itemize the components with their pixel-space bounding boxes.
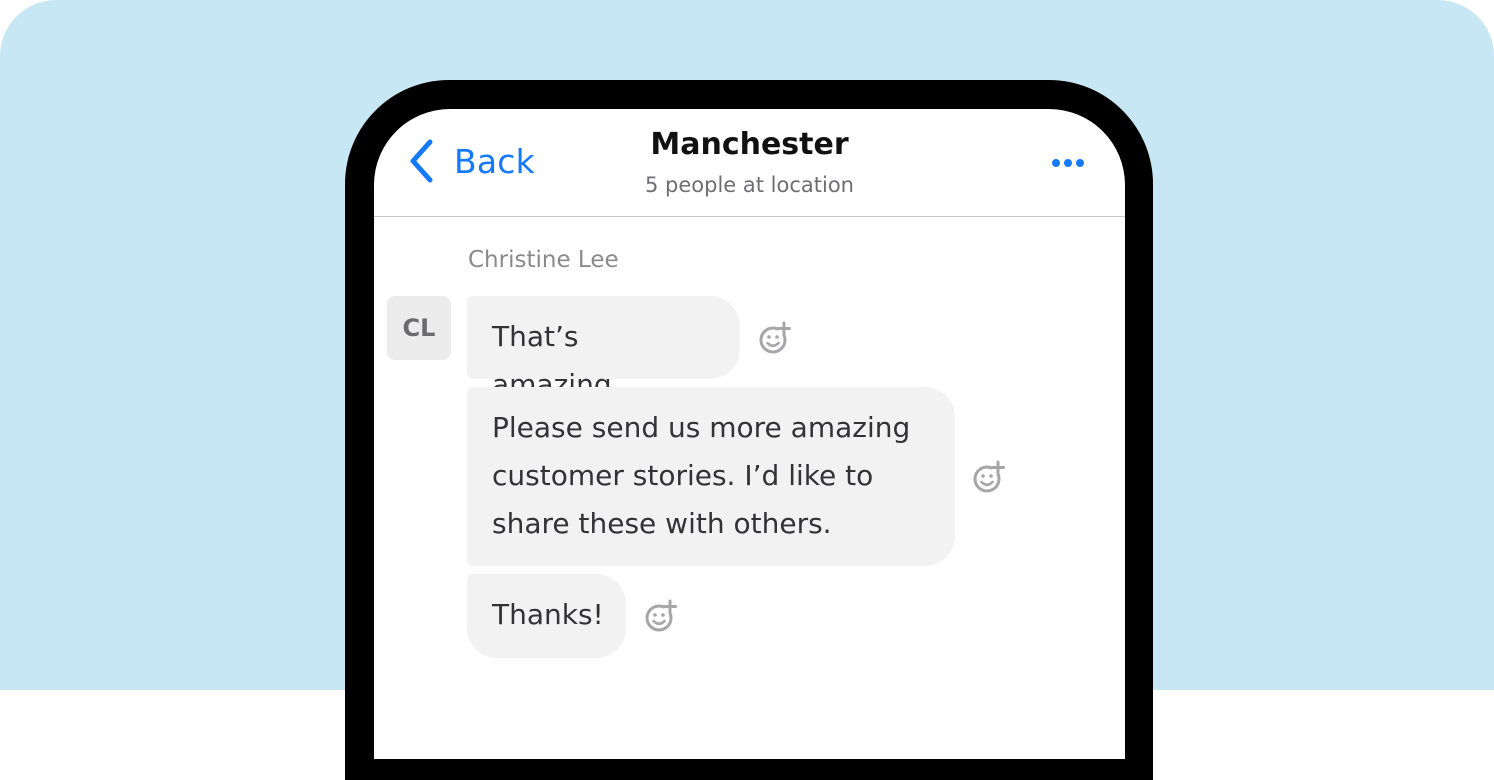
add-reaction-icon[interactable] xyxy=(644,598,680,634)
message-bubble[interactable]: Thanks! xyxy=(467,574,626,658)
ellipsis-icon xyxy=(1051,153,1085,172)
chat-screen: Back Manchester 5 people at location Chr… xyxy=(374,109,1125,759)
conversation-subtitle: 5 people at location xyxy=(645,173,854,197)
add-reaction-icon[interactable] xyxy=(758,320,794,356)
message-bubble[interactable]: That’s amazing. xyxy=(467,296,740,401)
add-reaction-icon[interactable] xyxy=(972,459,1008,495)
avatar[interactable]: CL xyxy=(387,296,451,360)
navigation-bar: Back Manchester 5 people at location xyxy=(374,109,1125,217)
more-options-button[interactable] xyxy=(1048,149,1088,175)
sender-name: Christine Lee xyxy=(468,247,619,273)
message-bubble[interactable]: Please send us more amazing customer sto… xyxy=(467,387,955,566)
conversation-title: Manchester xyxy=(650,127,849,162)
